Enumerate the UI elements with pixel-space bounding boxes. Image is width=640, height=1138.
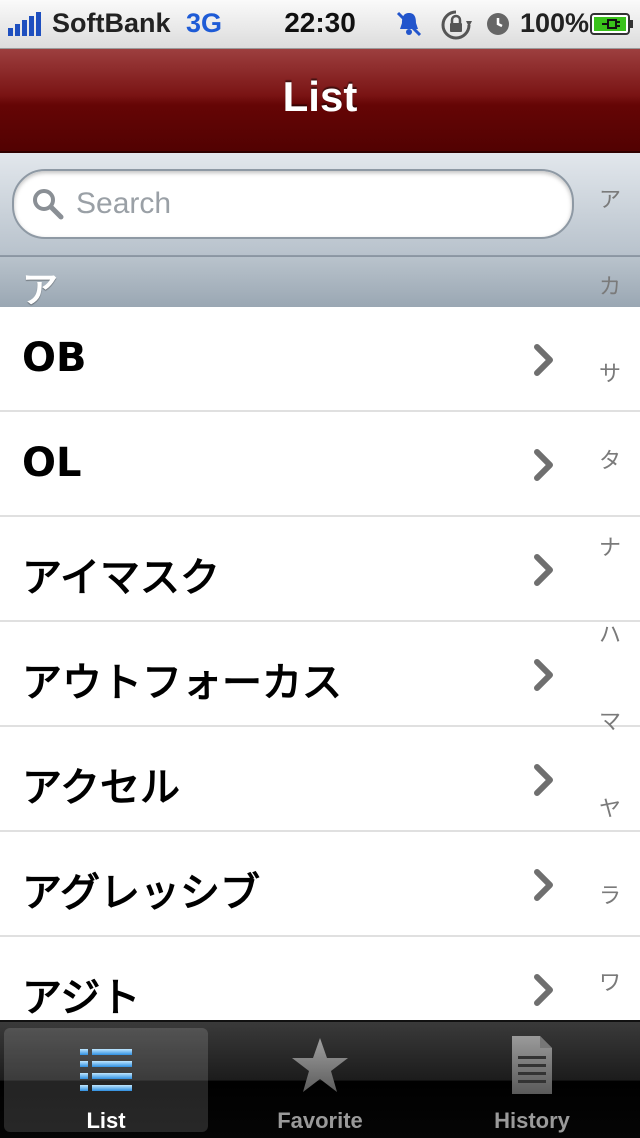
word-list: OB OL アイマスクアウトフォーカス アクセルアグレッシブ アジト	[0, 307, 640, 1020]
list-item-label: OB	[22, 335, 87, 381]
list-item[interactable]: OL	[0, 412, 640, 517]
chevron-right-icon	[534, 974, 553, 1006]
list-item-label: アウトフォーカス	[22, 660, 342, 706]
rotation-lock-icon	[441, 10, 472, 40]
battery-percent: 100%	[520, 8, 590, 38]
chevron-right-icon	[534, 764, 553, 796]
tab-history-label: History	[494, 1108, 570, 1133]
tab-bar: List Favorite History	[0, 1020, 640, 1138]
alarm-clock-icon	[487, 13, 509, 35]
index-letter[interactable]: ワ	[580, 965, 640, 997]
index-letter[interactable]: ハ	[580, 617, 640, 649]
tab-list[interactable]: List	[0, 1022, 212, 1138]
index-letter[interactable]: タ	[580, 443, 640, 475]
chevron-right-icon	[534, 554, 553, 586]
document-icon	[512, 1036, 552, 1094]
tab-list-label: List	[86, 1108, 126, 1133]
star-icon	[292, 1038, 348, 1092]
index-letter[interactable]: ヤ	[580, 791, 640, 823]
tab-favorite[interactable]: Favorite	[214, 1022, 426, 1138]
section-header: ア	[0, 256, 640, 311]
section-index[interactable]: アカサタナハマヤラワ	[580, 170, 640, 1020]
list-item[interactable]: アイマスク	[0, 517, 640, 622]
list-item[interactable]: OB	[0, 307, 640, 412]
index-letter[interactable]: ラ	[580, 878, 640, 910]
index-letter[interactable]: カ	[580, 269, 640, 301]
search-icon	[33, 189, 64, 220]
index-letter[interactable]: サ	[580, 356, 640, 388]
list-item-label: アジト	[22, 975, 141, 1020]
chevron-right-icon	[534, 449, 553, 481]
chevron-right-icon	[534, 344, 553, 376]
search-input[interactable]	[74, 183, 548, 225]
section-header-label: ア	[22, 270, 59, 311]
search-field[interactable]	[12, 169, 574, 239]
mute-bell-icon	[396, 11, 422, 37]
page-title: List	[282, 73, 358, 120]
list-item-label: アグレッシブ	[22, 870, 260, 916]
list-item[interactable]: アジト	[0, 937, 640, 1020]
list-icon	[80, 1049, 132, 1091]
index-letter[interactable]: マ	[580, 704, 640, 736]
search-bar	[0, 153, 640, 256]
list-item-label: アイマスク	[22, 555, 220, 601]
tab-favorite-label: Favorite	[277, 1108, 363, 1133]
index-letter[interactable]: ア	[580, 182, 640, 214]
status-bar: SoftBank 3G 22:30 100%	[0, 0, 640, 49]
chevron-right-icon	[534, 869, 553, 901]
battery-charging-icon	[590, 13, 633, 35]
index-letter[interactable]: ナ	[580, 530, 640, 562]
list-item-label: アクセル	[22, 765, 180, 811]
list-item[interactable]: アウトフォーカス	[0, 622, 640, 727]
list-item-label: OL	[22, 440, 82, 486]
list-item[interactable]: アクセル	[0, 727, 640, 832]
list-item[interactable]: アグレッシブ	[0, 832, 640, 937]
chevron-right-icon	[534, 659, 553, 691]
navigation-bar: List	[0, 49, 640, 153]
tab-history[interactable]: History	[426, 1022, 638, 1138]
